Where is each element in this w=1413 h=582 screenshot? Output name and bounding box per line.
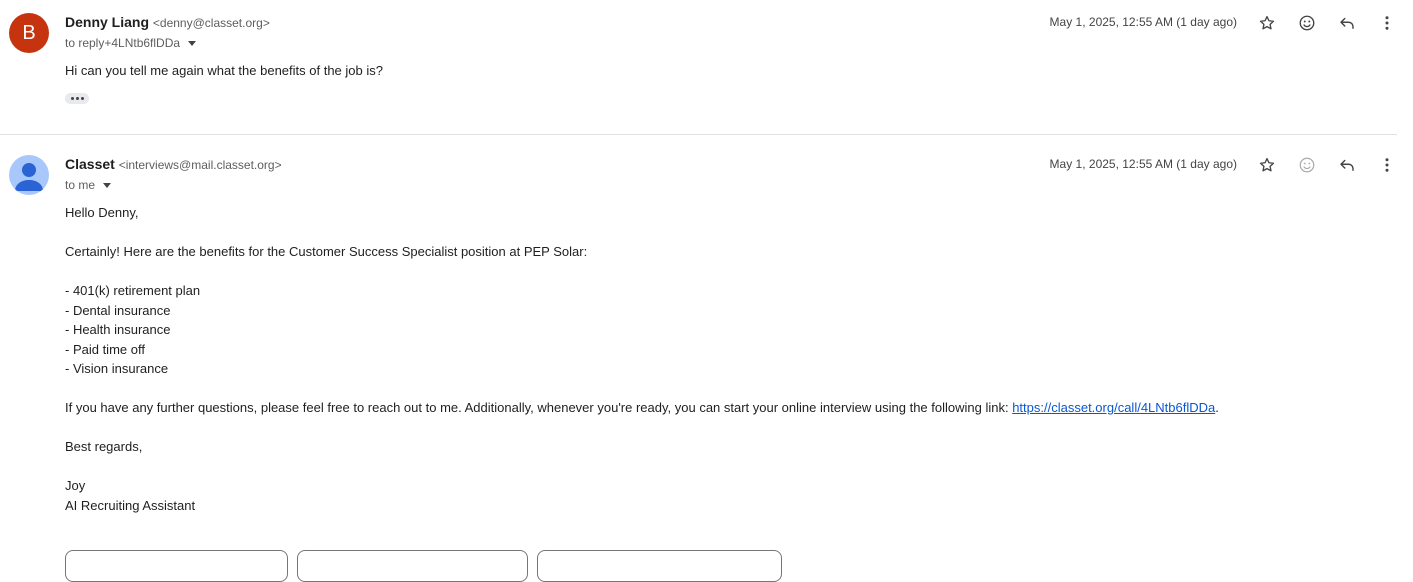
recipients-toggle[interactable]: to reply+4LNtb6flDDa [65, 36, 197, 50]
smart-reply-chip[interactable] [537, 550, 782, 582]
person-icon [15, 163, 43, 191]
reply-icon[interactable] [1335, 153, 1359, 177]
email-message-2: Classet <interviews@mail.classet.org> to… [0, 135, 1413, 554]
benefit-item: - 401(k) retirement plan [65, 283, 201, 298]
greeting-text: Hello Denny, [65, 205, 139, 220]
closing-text: If you have any further questions, pleas… [65, 400, 1013, 415]
smart-reply-chip[interactable] [65, 550, 288, 582]
signature-title: AI Recruiting Assistant [65, 497, 196, 513]
star-icon[interactable] [1255, 153, 1279, 177]
sender-email: <denny@classet.org> [152, 16, 270, 30]
sender-name[interactable]: Classet [65, 156, 115, 172]
benefit-item: - Health insurance [65, 322, 171, 337]
emoji-icon[interactable] [1295, 11, 1319, 35]
recipients-text: to me [65, 178, 96, 192]
sender-avatar[interactable] [9, 155, 49, 195]
star-icon[interactable] [1255, 11, 1279, 35]
benefit-item: - Vision insurance [65, 361, 169, 376]
closing-paragraph: If you have any further questions, pleas… [65, 398, 1219, 418]
recipients-toggle[interactable]: to me [65, 178, 112, 192]
body-line: Hi can you tell me again what the benefi… [65, 63, 383, 78]
sender-line: Classet <interviews@mail.classet.org> [65, 156, 282, 172]
benefit-item: - Dental insurance [65, 302, 171, 318]
message-body: Hello Denny, Certainly! Here are the ben… [65, 203, 1219, 515]
avatar-letter: B [22, 21, 36, 44]
benefit-item: - Paid time off [65, 341, 145, 357]
recipients-text: to reply+4LNtb6flDDa [65, 36, 181, 50]
sender-name[interactable]: Denny Liang [65, 14, 149, 30]
reply-icon[interactable] [1335, 11, 1359, 35]
chevron-down-icon [103, 182, 112, 188]
signature-name: Joy [65, 478, 86, 493]
sender-line: Denny Liang <denny@classet.org> [65, 14, 270, 30]
emoji-icon[interactable] [1295, 153, 1319, 177]
show-trimmed-content-button[interactable] [65, 93, 89, 104]
interview-link[interactable]: https://classet.org/call/4LNtb6flDDa [1012, 400, 1215, 415]
sender-email: <interviews@mail.classet.org> [118, 158, 282, 172]
email-message-1: B Denny Liang <denny@classet.org> to rep… [0, 0, 1413, 134]
sender-avatar[interactable]: B [9, 13, 49, 53]
more-icon[interactable] [1375, 153, 1399, 177]
message-body: Hi can you tell me again what the benefi… [65, 61, 383, 81]
closing-period: . [1215, 400, 1219, 415]
chevron-down-icon [188, 40, 197, 46]
more-icon[interactable] [1375, 11, 1399, 35]
message-date: May 1, 2025, 12:55 AM (1 day ago) [1049, 15, 1237, 29]
signoff-text: Best regards, [65, 439, 143, 454]
intro-text: Certainly! Here are the benefits for the… [65, 244, 588, 259]
message-date: May 1, 2025, 12:55 AM (1 day ago) [1049, 157, 1237, 171]
smart-reply-chip[interactable] [297, 550, 528, 582]
